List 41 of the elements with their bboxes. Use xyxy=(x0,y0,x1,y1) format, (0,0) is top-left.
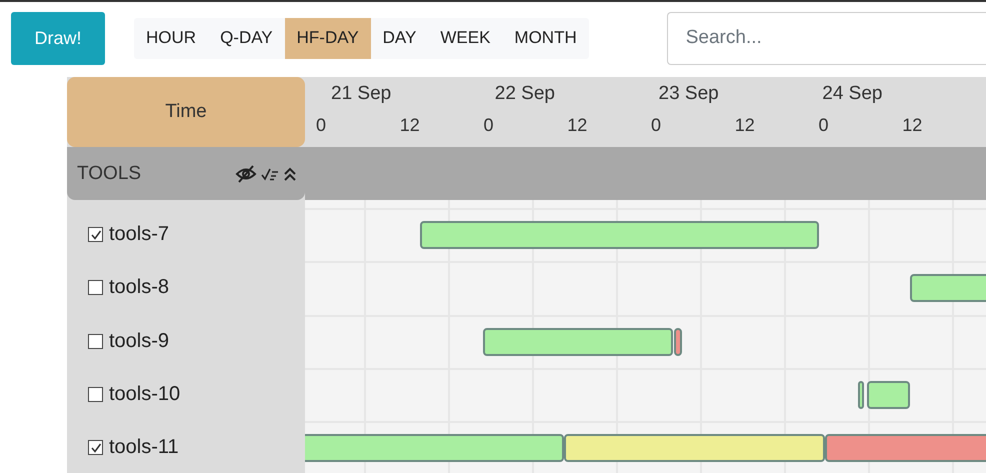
check-list-icon[interactable] xyxy=(261,166,279,180)
day-label: 21 Sep xyxy=(331,83,392,106)
hide-icon[interactable] xyxy=(235,164,257,182)
checkbox[interactable] xyxy=(88,387,103,402)
scale-tab[interactable]: HOUR xyxy=(134,18,208,58)
task-bar[interactable] xyxy=(483,328,673,356)
day-label: 24 Sep xyxy=(822,83,884,106)
scale-tab[interactable]: HF-DAY xyxy=(284,18,371,58)
hour-label: 0 xyxy=(484,115,495,136)
scale-tab[interactable]: DAY xyxy=(370,18,428,58)
hour-label: 0 xyxy=(651,115,662,136)
hour-label: 12 xyxy=(734,115,756,136)
checkbox[interactable] xyxy=(88,227,103,242)
row-label: tools-7 xyxy=(109,223,170,246)
day-label: 23 Sep xyxy=(658,83,720,106)
hour-label: 12 xyxy=(400,115,421,136)
scale-tab[interactable]: MONTH xyxy=(502,18,589,58)
hour-label: 12 xyxy=(567,115,588,136)
checkbox[interactable] xyxy=(88,334,103,349)
collapse-icon[interactable] xyxy=(283,166,297,182)
task-bar[interactable] xyxy=(674,328,682,356)
checkbox[interactable] xyxy=(88,280,103,296)
task-bar[interactable] xyxy=(867,380,910,409)
hour-label: 0 xyxy=(316,115,328,136)
scale-tab[interactable]: Q-DAY xyxy=(208,18,285,58)
group-label: TOOLS xyxy=(77,162,142,184)
task-bar[interactable] xyxy=(564,434,826,462)
day-label: 22 Sep xyxy=(494,83,556,106)
checkbox[interactable] xyxy=(88,440,103,456)
task-bar[interactable] xyxy=(420,221,819,249)
task-bar[interactable] xyxy=(305,434,564,462)
time-header: Time xyxy=(67,77,305,147)
scale-tab[interactable]: WEEK xyxy=(428,18,502,58)
task-bar[interactable] xyxy=(858,380,864,409)
search-field[interactable]: Search... xyxy=(666,12,986,64)
row-label: tools-8 xyxy=(109,276,170,300)
hour-label: 12 xyxy=(902,115,924,136)
row-label: tools-11 xyxy=(109,436,179,460)
row-label: tools-10 xyxy=(109,383,180,406)
row-label: tools-9 xyxy=(109,330,170,353)
hour-label: 0 xyxy=(818,115,830,136)
